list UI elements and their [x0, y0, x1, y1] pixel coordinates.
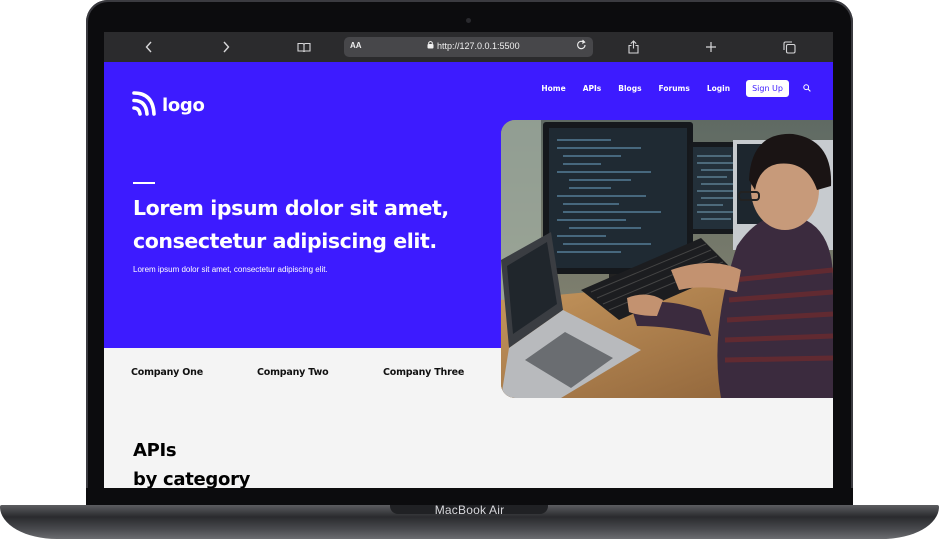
- nav-forums[interactable]: Forums: [659, 84, 690, 93]
- nav-apis[interactable]: APIs: [583, 84, 602, 93]
- company-one: Company One: [131, 367, 203, 378]
- section-title: APIs by category: [133, 436, 250, 488]
- hero-image: [501, 120, 833, 398]
- headline-line-1: Lorem ipsum dolor sit amet,: [133, 196, 449, 220]
- plus-icon[interactable]: [699, 32, 723, 62]
- browser-toolbar: AA http://127.0.0.1:5500: [104, 32, 833, 62]
- section-title-line-1: APIs: [133, 440, 177, 461]
- tabs-icon[interactable]: [777, 32, 801, 62]
- chevron-left-icon[interactable]: [137, 32, 161, 62]
- book-icon[interactable]: [292, 32, 316, 62]
- nav-blogs[interactable]: Blogs: [618, 84, 641, 93]
- company-three: Company Three: [383, 367, 465, 378]
- share-icon[interactable]: [621, 32, 645, 62]
- logo-icon: [131, 90, 157, 120]
- search-icon[interactable]: [803, 83, 811, 94]
- logo-text: logo: [162, 94, 205, 116]
- text-size-button[interactable]: AA: [350, 41, 362, 50]
- address-bar[interactable]: AA http://127.0.0.1:5500: [344, 37, 593, 57]
- hero-subtext: Lorem ipsum dolor sit amet, consectetur …: [133, 265, 328, 274]
- lock-icon: [427, 40, 434, 51]
- camera-icon: [466, 18, 471, 23]
- chevron-right-icon[interactable]: [214, 32, 238, 62]
- site-logo[interactable]: logo: [131, 90, 205, 120]
- company-two: Company Two: [257, 367, 329, 378]
- accent-dash: [133, 182, 155, 184]
- screen: AA http://127.0.0.1:5500 logo Home APIs …: [104, 32, 833, 488]
- url-text: http://127.0.0.1:5500: [437, 41, 520, 51]
- main-nav: Home APIs Blogs Forums Login Sign Up: [524, 80, 811, 97]
- model-label: MacBook Air: [434, 503, 505, 517]
- section-title-line-2: by category: [133, 469, 251, 488]
- nav-home[interactable]: Home: [541, 84, 565, 93]
- hero-headline: Lorem ipsum dolor sit amet, consectetur …: [133, 192, 493, 258]
- nav-login[interactable]: Login: [707, 84, 730, 93]
- reload-icon[interactable]: [576, 39, 587, 54]
- signup-button[interactable]: Sign Up: [746, 80, 789, 97]
- headline-line-2: consectetur adipiscing elit.: [133, 229, 437, 253]
